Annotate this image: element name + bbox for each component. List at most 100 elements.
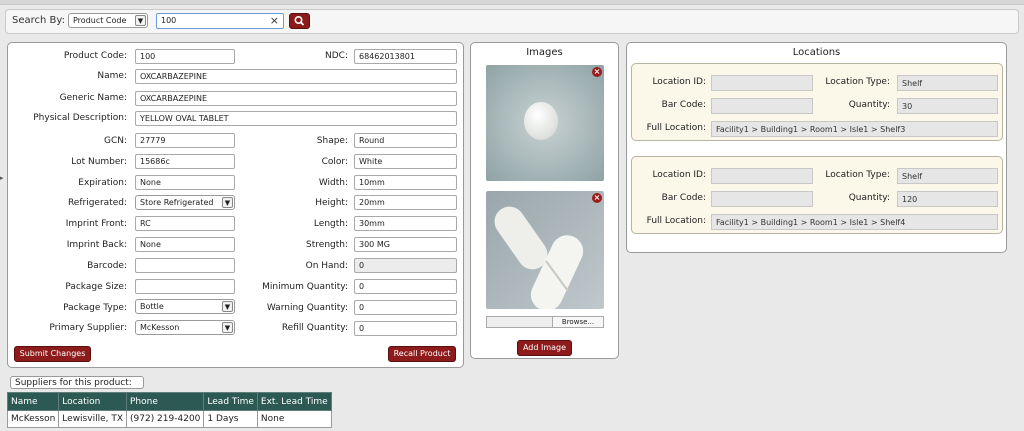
- width-field[interactable]: 10mm: [354, 175, 457, 190]
- package-type-label: Package Type:: [63, 303, 127, 313]
- barcode-field[interactable]: [135, 258, 235, 273]
- collapse-handle-icon[interactable]: ▸: [0, 174, 4, 182]
- bar-code-field[interactable]: [711, 191, 813, 207]
- delete-image-icon[interactable]: ×: [592, 193, 602, 203]
- minimum-quantity-label: Minimum Quantity:: [262, 282, 348, 292]
- bar-code-label: Bar Code:: [661, 100, 706, 110]
- bar-code-label: Bar Code:: [661, 193, 706, 203]
- lot-number-field[interactable]: 15686c: [135, 154, 235, 169]
- color-field[interactable]: White: [354, 154, 457, 169]
- refill-quantity-field[interactable]: 0: [354, 321, 457, 336]
- chevron-down-icon: ▼: [222, 322, 233, 333]
- generic-name-label: Generic Name:: [59, 93, 127, 103]
- location-type-field[interactable]: Shelf: [897, 75, 998, 91]
- delete-image-icon[interactable]: ×: [592, 67, 602, 77]
- refrigerated-label: Refrigerated:: [67, 198, 127, 208]
- minimum-quantity-field[interactable]: 0: [354, 279, 457, 294]
- supplier-name-cell: McKesson: [6, 410, 60, 428]
- pill-photo-round: [486, 65, 604, 181]
- ndc-field[interactable]: 68462013801: [354, 49, 457, 64]
- warning-quantity-field[interactable]: 0: [354, 300, 457, 315]
- strength-label: Strength:: [306, 240, 348, 250]
- color-label: Color:: [321, 157, 348, 167]
- physical-description-field[interactable]: YELLOW OVAL TABLET: [135, 111, 457, 126]
- quantity-field[interactable]: 120: [897, 191, 998, 207]
- gcn-label: GCN:: [103, 136, 127, 146]
- product-code-label: Product Code:: [63, 51, 127, 61]
- recall-product-button[interactable]: Recall Product: [388, 346, 456, 362]
- locations-panel: Locations Location ID: Location Type: Sh…: [626, 42, 1007, 253]
- product-code-field[interactable]: 100: [135, 49, 235, 64]
- full-location-field[interactable]: Facility1 > Building1 > Room1 > Isle1 > …: [711, 121, 998, 137]
- location-type-field[interactable]: Shelf: [897, 168, 998, 184]
- location-type-label: Location Type:: [825, 77, 890, 87]
- column-header-location[interactable]: Location: [58, 392, 127, 411]
- expiration-field[interactable]: None: [135, 175, 235, 190]
- images-title: Images: [526, 47, 563, 58]
- warning-quantity-label: Warning Quantity:: [266, 303, 348, 313]
- refrigerated-value: Store Refrigerated: [140, 198, 214, 207]
- supplier-phone-cell: (972) 219-4200: [125, 410, 205, 428]
- physical-description-label: Physical Description:: [33, 113, 127, 123]
- primary-supplier-select[interactable]: McKesson ▼: [135, 320, 235, 335]
- quantity-label: Quantity:: [848, 100, 890, 110]
- column-header-lead-time[interactable]: Lead Time: [203, 392, 258, 411]
- search-input[interactable]: 100 ×: [156, 13, 284, 29]
- search-icon: [294, 15, 305, 26]
- column-header-phone[interactable]: Phone: [125, 392, 205, 411]
- package-type-select[interactable]: Bottle ▼: [135, 299, 235, 314]
- pill-photo-oval: [486, 191, 604, 309]
- search-button[interactable]: [289, 13, 310, 29]
- bar-code-field[interactable]: [711, 98, 813, 114]
- suppliers-caption: Suppliers for this product:: [10, 376, 144, 389]
- generic-name-field[interactable]: OXCARBAZEPINE: [135, 91, 457, 106]
- shape-label: Shape:: [316, 136, 348, 146]
- supplier-ext-lead-time-cell: None: [256, 410, 332, 428]
- imprint-back-field[interactable]: None: [135, 237, 235, 252]
- file-picker[interactable]: Browse...: [486, 316, 604, 328]
- browse-button[interactable]: Browse...: [552, 317, 603, 327]
- location-id-field[interactable]: [711, 168, 813, 184]
- full-location-label: Full Location:: [646, 216, 706, 226]
- package-size-field[interactable]: [135, 279, 235, 294]
- column-header-ext-lead-time[interactable]: Ext. Lead Time: [256, 392, 332, 411]
- chevron-down-icon: ▼: [135, 15, 146, 26]
- primary-supplier-value: McKesson: [140, 323, 180, 332]
- pill-image-2[interactable]: ×: [486, 191, 604, 309]
- length-field[interactable]: 30mm: [354, 216, 457, 231]
- supplier-location-cell: Lewisville, TX: [58, 410, 127, 428]
- search-bar: Search By: Product Code ▼ 100 ×: [5, 9, 1019, 34]
- add-image-button[interactable]: Add Image: [517, 340, 572, 356]
- gcn-field[interactable]: 27779: [135, 133, 235, 148]
- chevron-down-icon: ▼: [222, 197, 233, 208]
- shape-field[interactable]: Round: [354, 133, 457, 148]
- full-location-field[interactable]: Facility1 > Building1 > Room1 > Isle1 > …: [711, 214, 998, 230]
- images-panel: Images × × Browse... Add Image: [470, 42, 619, 359]
- table-row[interactable]: McKesson Lewisville, TX (972) 219-4200 1…: [6, 410, 332, 428]
- location-id-field[interactable]: [711, 75, 813, 91]
- table-header-row: Name Location Phone Lead Time Ext. Lead …: [6, 392, 332, 411]
- clear-icon[interactable]: ×: [270, 14, 279, 27]
- package-type-value: Bottle: [140, 302, 164, 311]
- height-label: Height:: [315, 198, 348, 208]
- quantity-field[interactable]: 30: [897, 98, 998, 114]
- strength-field[interactable]: 300 MG: [354, 237, 457, 252]
- length-label: Length:: [313, 219, 348, 229]
- product-details-panel: Product Code: 100 NDC: 68462013801 Name:…: [7, 42, 464, 368]
- search-by-label: Search By:: [12, 15, 65, 26]
- column-header-name[interactable]: Name: [6, 392, 60, 411]
- full-location-label: Full Location:: [646, 123, 706, 133]
- imprint-back-label: Imprint Back:: [66, 240, 127, 250]
- imprint-front-label: Imprint Front:: [65, 219, 127, 229]
- name-field[interactable]: OXCARBAZEPINE: [135, 69, 457, 84]
- pill-image-1[interactable]: ×: [486, 65, 604, 181]
- search-type-select[interactable]: Product Code ▼: [68, 13, 148, 28]
- refrigerated-select[interactable]: Store Refrigerated ▼: [135, 195, 235, 210]
- expiration-label: Expiration:: [78, 178, 127, 188]
- imprint-front-field[interactable]: RC: [135, 216, 235, 231]
- height-field[interactable]: 20mm: [354, 195, 457, 210]
- width-label: Width:: [318, 178, 348, 188]
- submit-changes-button[interactable]: Submit Changes: [14, 346, 91, 362]
- chevron-down-icon: ▼: [222, 301, 233, 312]
- top-strip: [0, 0, 1024, 5]
